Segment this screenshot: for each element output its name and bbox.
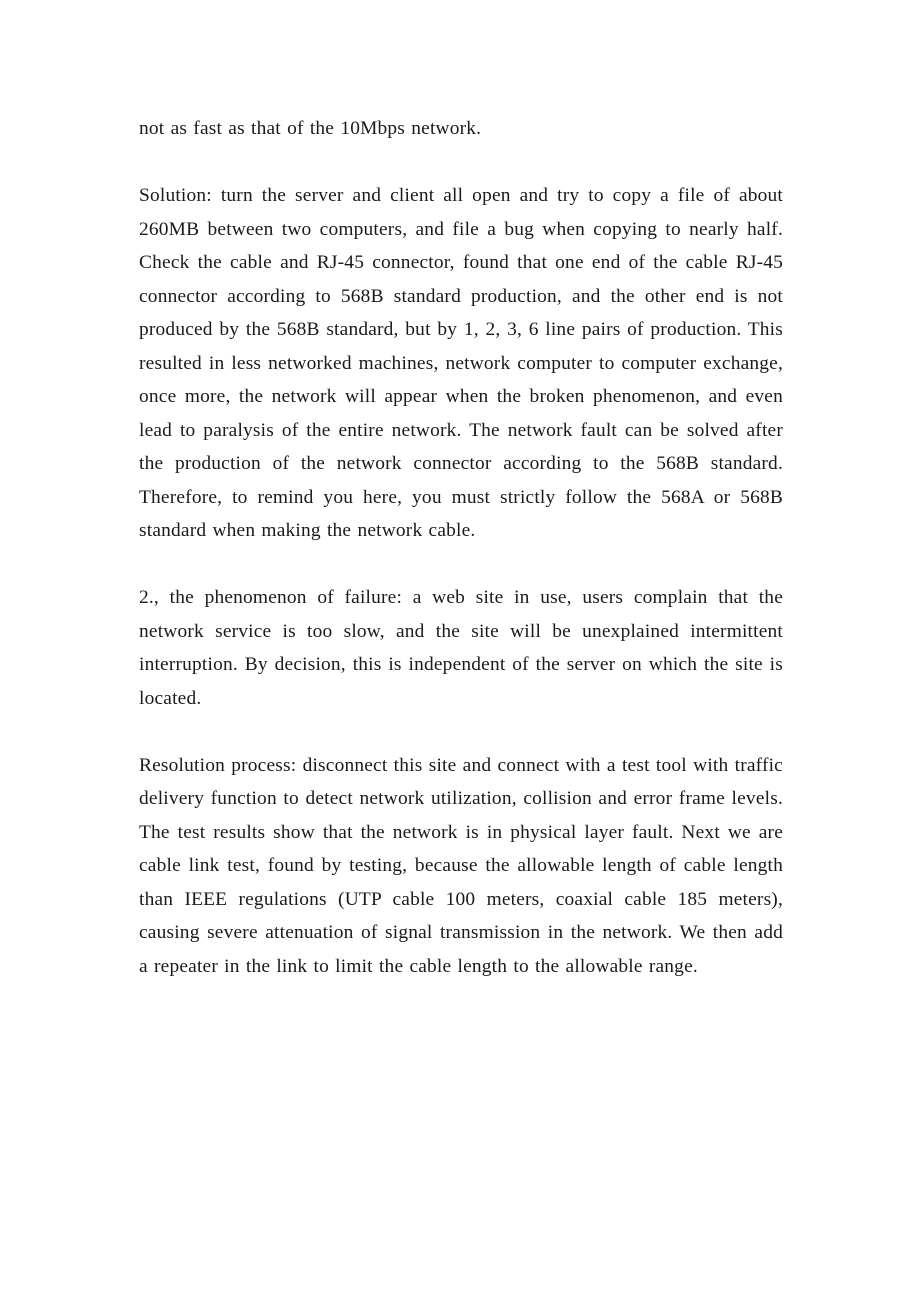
- document-page: not as fast as that of the 10Mbps networ…: [0, 0, 920, 1302]
- document-text-block: not as fast as that of the 10Mbps networ…: [139, 112, 783, 983]
- paragraph-solution: Solution: turn the server and client all…: [139, 185, 783, 541]
- paragraph-resolution-process: Resolution process: disconnect this site…: [139, 754, 783, 977]
- paragraph-continued-intro: not as fast as that of the 10Mbps networ…: [139, 118, 482, 139]
- paragraph-failure-phenomenon-2: 2., the phenomenon of failure: a web sit…: [139, 587, 783, 709]
